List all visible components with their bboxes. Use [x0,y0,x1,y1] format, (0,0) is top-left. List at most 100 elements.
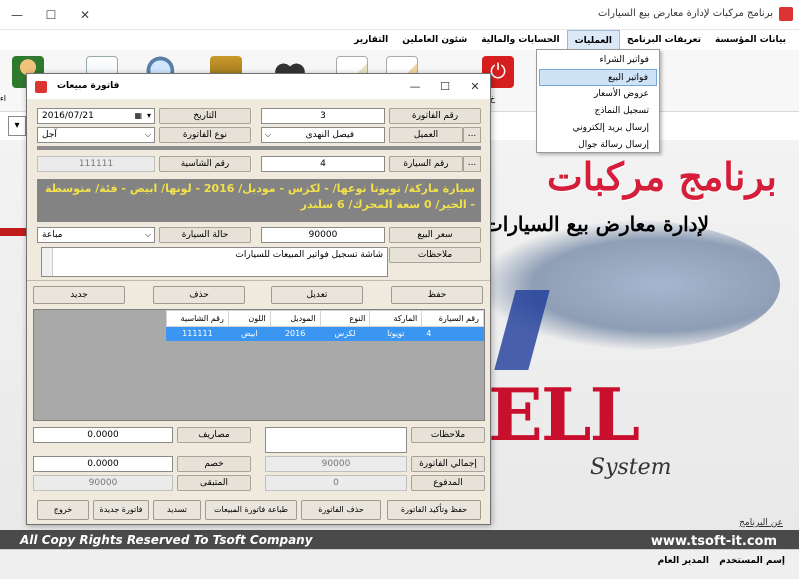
menu-program-definitions[interactable]: تعريفات البرنامج [620,30,708,50]
grid-header-car-no[interactable]: رقم السيارة [421,310,484,327]
grid-header-model[interactable]: الموديل [269,310,321,327]
customer-select[interactable]: فيصل النهدى ⌵ [261,127,385,143]
dialog-maximize-button[interactable]: ☐ [430,74,460,99]
menu-accounts-finance[interactable]: الحسابات والمالية [474,30,566,50]
print-sales-invoice-button[interactable]: طباعة فاتورة المبيعات [205,500,297,520]
invoice-type-label: نوع الفاتورة [159,127,251,143]
app-logo-icon [779,7,793,21]
menu-institution-data[interactable]: بيانات المؤسسة [708,30,793,50]
customer-lookup-button[interactable]: ... [463,127,481,143]
grid-header-chassis[interactable]: رقم الشاسية [166,310,229,327]
car-description: سيارة ماركة/ تويوتا نوعها/ - لكزس - مودي… [37,179,481,222]
paid-field[interactable]: 0 [265,475,407,491]
grid-cell-type: لكزس [319,326,371,341]
notes-textarea[interactable]: شاشة تسجيل فواتير المبيعات للسيارات [41,247,388,277]
menu-item-register-models[interactable]: تسجيل النماذج [539,103,657,120]
table-row[interactable]: 4 تويوتا لكزس 2016 ابيض 111111 [166,326,484,341]
maximize-button[interactable]: ☐ [34,0,68,30]
dialog-app-icon [35,81,47,93]
car-status-value: مباعة [42,230,63,240]
brand-system-text: System [590,455,672,480]
filter-dropdown[interactable]: ▾ [8,116,26,136]
save-confirm-button[interactable]: حفظ وتأكيد الفاتورة [387,500,481,520]
menu-item-send-email[interactable]: إرسال بريد إلكتروني [539,120,657,137]
date-picker[interactable]: 2016/07/21 ▦ ▾ [37,108,155,124]
window-title: برنامج مركبات لإدارة معارض بيع السيارات [597,8,773,19]
edit-button[interactable]: تعديل [271,286,363,304]
grid-cell-model: 2016 [269,326,321,341]
sales-invoice-dialog: فاتورة مبيعات — ☐ ✕ رقم الفاتورة 3 التار… [26,73,491,525]
car-no-label: رقم السيارة [389,156,463,172]
chevron-down-icon[interactable]: ⌵ [145,228,151,242]
dialog-close-button[interactable]: ✕ [460,74,490,99]
menu-operations[interactable]: العمليات [566,30,620,50]
total-invoice-label: إجمالي الفاتورة [411,456,485,472]
delete-button[interactable]: حذف [153,286,245,304]
notes-scrollbar[interactable] [42,248,53,276]
minimize-button[interactable]: — [0,0,34,30]
car-lookup-button[interactable]: ... [463,156,481,172]
invoice-no-field[interactable]: 3 [261,108,385,124]
notes-value: شاشة تسجيل فواتير المبيعات للسيارات [235,250,383,260]
toolbar-left-label: اء [0,94,6,103]
copyright-text: All Copy Rights Reserved To Tsoft Compan… [20,533,313,547]
dialog-minimize-button[interactable]: — [400,74,430,99]
chevron-down-icon[interactable]: ⌵ [145,128,151,142]
chevron-down-icon[interactable]: ▾ [147,109,151,123]
status-bar: إسم المستخدم المدير العام [0,549,799,579]
grid-header-make[interactable]: الماركة [369,310,423,327]
car-status-label: حالة السيارة [159,227,251,243]
cars-table: رقم السيارة الماركة النوع الموديل اللون … [166,310,484,341]
exit-button[interactable]: خروج [37,500,89,520]
website-url[interactable]: www.tsoft-it.com [651,534,777,549]
separator [27,280,490,281]
banner-subtitle: لإدارة معارض بيع السيارات [483,212,709,236]
user-label: إسم المستخدم [719,556,785,566]
user-value: المدير العام [657,556,709,566]
save-button[interactable]: حفظ [391,286,483,304]
menu-item-send-sms[interactable]: إرسال رسالة جوال [539,137,657,154]
menu-item-price-quotes[interactable]: عروض الأسعار [539,86,657,103]
dialog-titlebar: فاتورة مبيعات — ☐ ✕ [27,74,490,99]
grid-cell-color: ابيض [227,326,271,341]
grid-header-color[interactable]: اللون [227,310,271,327]
date-value: 2016/07/21 [42,111,94,121]
pay-button[interactable]: تسديد [153,500,201,520]
brand-logo-text: ELL [488,372,640,457]
grid-header-type[interactable]: النوع [319,310,371,327]
expenses-label: مصاريف [177,427,251,443]
menu-item-purchase-invoices[interactable]: فواتير الشراء [539,52,657,69]
invoice-type-select[interactable]: آجل ⌵ [37,127,155,143]
discount-field[interactable]: 0.0000 [33,456,173,472]
chevron-down-icon[interactable]: ⌵ [265,128,271,142]
close-button[interactable]: ✕ [68,0,102,30]
remaining-field[interactable]: 90000 [33,475,173,491]
total-invoice-field[interactable]: 90000 [265,456,407,472]
new-button[interactable]: جديد [33,286,125,304]
section-divider [37,146,481,150]
invoice-type-value: آجل [42,130,57,140]
main-titlebar: — ☐ ✕ برنامج مركبات لإدارة معارض بيع الس… [0,0,799,30]
car-no-field[interactable]: 4 [261,156,385,172]
about-link[interactable]: عن البرنامج [739,518,783,528]
menu-reports[interactable]: التقارير [347,30,395,50]
expenses-field[interactable]: 0.0000 [33,427,173,443]
chassis-no-field[interactable]: 111111 [37,156,155,172]
new-invoice-button[interactable]: فاتورة جديدة [93,500,149,520]
window-controls: — ☐ ✕ [0,0,102,30]
menu-employees[interactable]: شئون العاملين [395,30,474,50]
date-label: التاريخ [159,108,251,124]
delete-invoice-button[interactable]: حذف الفاتورة [301,500,381,520]
bottom-notes-label: ملاحظات [411,427,485,443]
menu-item-sales-invoices[interactable]: فواتير البيع [539,69,657,86]
remaining-label: المتبقى [177,475,251,491]
sale-price-field[interactable]: 90000 [261,227,385,243]
sale-price-label: سعر البيع [389,227,481,243]
calendar-icon[interactable]: ▦ [134,109,142,123]
customer-label: العميل [389,127,463,143]
car-status-select[interactable]: مباعة ⌵ [37,227,155,243]
dialog-footer-buttons: حفظ وتأكيد الفاتورة حذف الفاتورة طباعة ف… [33,498,485,522]
grid-cell-chassis: 111111 [166,326,229,341]
paid-label: المدفوع [411,475,485,491]
bottom-notes-field[interactable] [265,427,407,453]
